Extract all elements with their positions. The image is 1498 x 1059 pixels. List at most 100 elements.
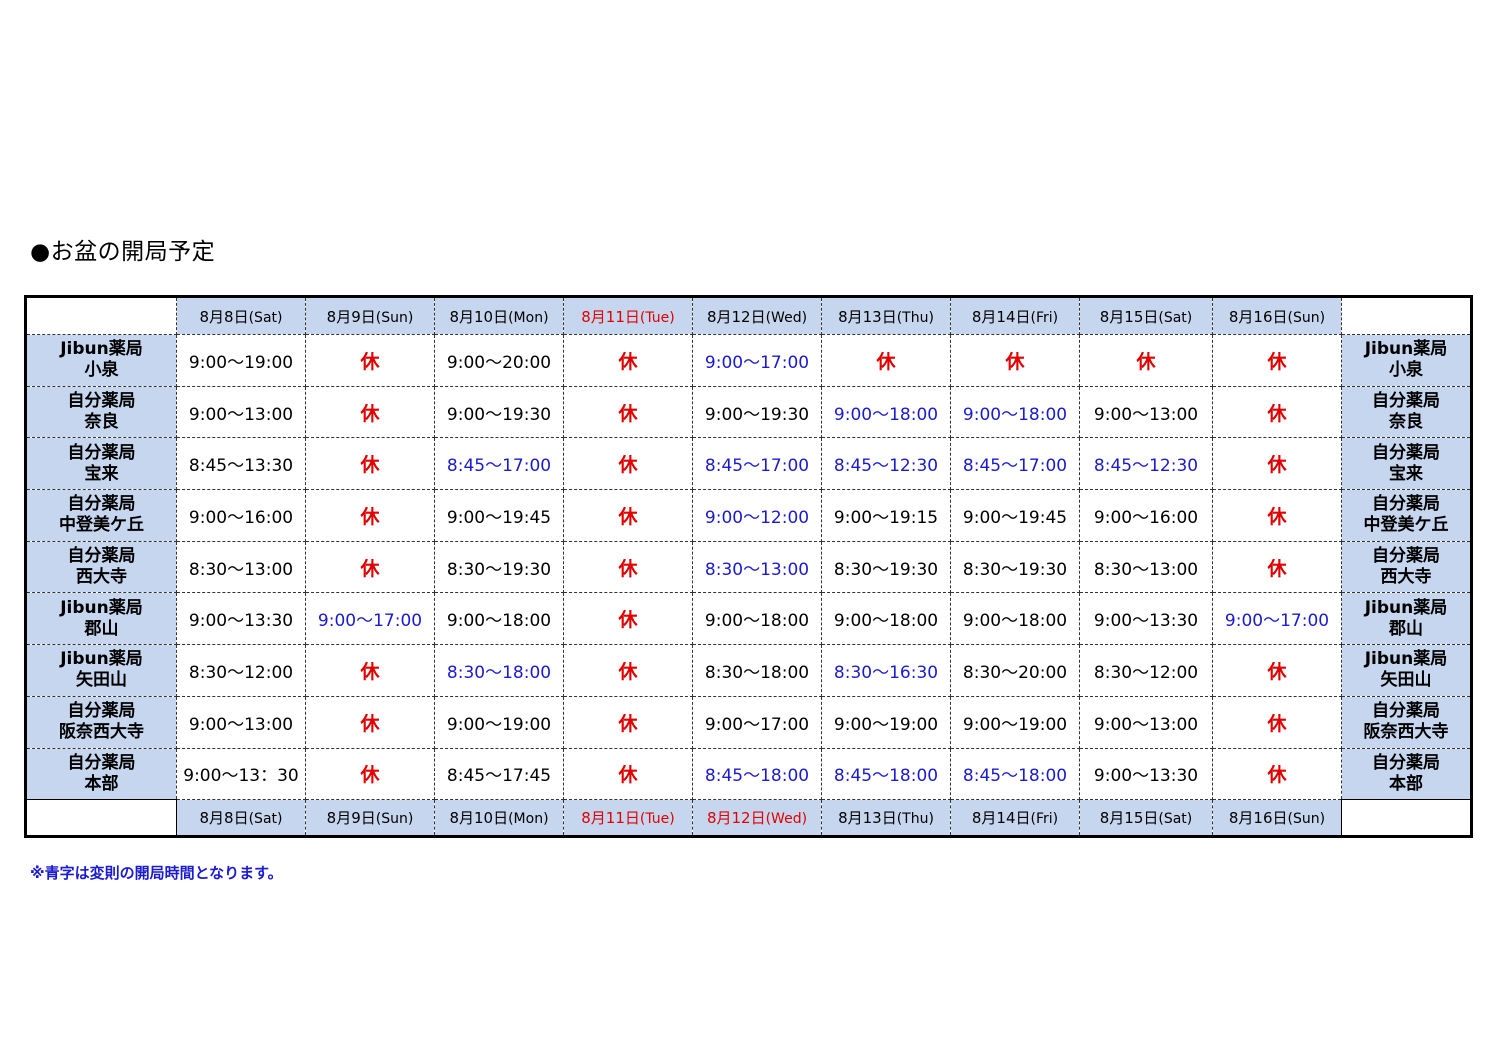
date-label: 8月12日	[706, 809, 766, 828]
closed-cell: 休	[305, 437, 435, 491]
closed-cell: 休	[1212, 334, 1342, 387]
closed-cell: 休	[1212, 540, 1342, 594]
hours-cell: 9:00〜17:00	[1212, 592, 1342, 646]
closed-cell: 休	[563, 489, 693, 542]
hours-cell: 9:00〜13:30	[1079, 592, 1213, 646]
hours-cell: 9:00〜13:00	[176, 385, 306, 439]
closed-cell: 休	[563, 385, 693, 439]
pharmacy-row: 自分薬局 中登美ケ丘 9:00〜16:00 休 9:00〜19:45 休 9:00〜12:0…	[25, 489, 1472, 542]
hours-cell: 9:00〜19:00	[434, 695, 564, 749]
hours-cell: 8:45〜12:30	[1079, 437, 1213, 491]
hours-cell: 9:00〜13:30	[176, 592, 306, 646]
pharmacy-row: 自分薬局 本部 9:00〜13：30 休 8:45〜17:45 休 8:45〜18:00 8:…	[25, 747, 1472, 801]
date-header-cell: 8月12日(Wed)	[692, 799, 822, 838]
pharmacy-branch: 本部	[84, 773, 119, 794]
pharmacy-brand: 自分薬局	[67, 391, 136, 412]
pharmacy-name-cell: Jibun薬局 矢田山	[1341, 644, 1472, 697]
date-header-cell: 8月14日(Fri)	[950, 296, 1080, 335]
hours-cell: 8:45〜12:30	[821, 437, 951, 491]
weekday-label: (Fri)	[1030, 309, 1059, 326]
pharmacy-name-cell: 自分薬局 西大寺	[25, 540, 177, 594]
closed-cell: 休	[305, 540, 435, 594]
closed-cell: 休	[305, 747, 435, 801]
closed-cell: 休	[563, 437, 693, 491]
corner-cell	[25, 799, 177, 838]
pharmacy-name-cell: 自分薬局 本部	[1341, 747, 1472, 801]
note-text: ※青字は変則の開局時間となります。	[30, 864, 283, 882]
hours-cell: 8:30〜13:00	[1079, 540, 1213, 594]
pharmacy-row: 自分薬局 西大寺 8:30〜13:00 休 8:30〜19:30 休 8:30〜13:00 8…	[25, 540, 1472, 594]
hours-cell: 9:00〜18:00	[692, 592, 822, 646]
hours-cell: 9:00〜20:00	[434, 334, 564, 387]
closed-cell: 休	[563, 334, 693, 387]
hours-cell: 8:45〜17:00	[950, 437, 1080, 491]
date-header-cell: 8月15日(Sat)	[1079, 296, 1213, 335]
pharmacy-name-cell: 自分薬局 中登美ケ丘	[1341, 489, 1472, 542]
weekday-label: (Mon)	[508, 811, 549, 828]
closed-cell: 休	[563, 592, 693, 646]
pharmacy-branch: 宝来	[1389, 463, 1423, 484]
pharmacy-branch: 奈良	[84, 412, 119, 433]
hours-cell: 9:00〜13:30	[1079, 747, 1213, 801]
weekday-label: (Sat)	[1158, 811, 1193, 828]
corner-cell	[1341, 799, 1472, 838]
date-label: 8月14日	[971, 809, 1031, 828]
closed-cell: 休	[563, 747, 693, 801]
pharmacy-branch: 奈良	[1389, 412, 1423, 433]
weekday-label: (Sat)	[248, 811, 283, 828]
date-label: 8月14日	[971, 307, 1031, 326]
pharmacy-row: Jibun薬局 矢田山 8:30〜12:00 休 8:30〜18:00 休 8:30〜18:…	[25, 644, 1472, 697]
date-header-cell: 8月16日(Sun)	[1212, 799, 1342, 838]
hours-cell: 9:00〜19:00	[821, 695, 951, 749]
weekday-label: (Sun)	[375, 811, 414, 828]
date-header-cell: 8月8日(Sat)	[176, 799, 306, 838]
weekday-label: (Tue)	[639, 811, 675, 828]
date-label: 8月13日	[838, 809, 897, 828]
pharmacy-name-cell: Jibun薬局 郡山	[25, 592, 177, 646]
pharmacy-name-cell: 自分薬局 中登美ケ丘	[25, 489, 177, 542]
pharmacy-brand: 自分薬局	[1372, 391, 1440, 412]
weekday-label: (Wed)	[765, 811, 808, 828]
pharmacy-row: 自分薬局 阪奈西大寺 9:00〜13:00 休 9:00〜19:00 休 9:00〜17:0…	[25, 695, 1472, 749]
weekday-label: (Sat)	[1158, 309, 1193, 326]
date-header-cell: 8月10日(Mon)	[434, 296, 564, 335]
hours-cell: 9:00〜19:30	[692, 385, 822, 439]
pharmacy-brand: 自分薬局	[1372, 494, 1440, 515]
hours-cell: 9:00〜18:00	[434, 592, 564, 646]
date-header-cell: 8月16日(Sun)	[1212, 296, 1342, 335]
pharmacy-brand: Jibun薬局	[1364, 649, 1448, 670]
pharmacy-brand: Jibun薬局	[1364, 339, 1448, 360]
hours-cell: 8:45〜18:00	[950, 747, 1080, 801]
corner-cell	[1341, 296, 1472, 335]
weekday-label: (Sun)	[375, 309, 414, 326]
closed-cell: 休	[1212, 644, 1342, 697]
closed-cell: 休	[1212, 489, 1342, 542]
pharmacy-branch: 本部	[1389, 773, 1423, 794]
pharmacy-branch: 宝来	[84, 463, 119, 484]
pharmacy-branch: 矢田山	[1380, 670, 1432, 691]
closed-cell: 休	[950, 334, 1080, 387]
hours-cell: 8:30〜16:30	[821, 644, 951, 697]
date-label: 8月16日	[1228, 809, 1288, 828]
weekday-label: (Fri)	[1030, 811, 1059, 828]
schedule-table: 8月8日(Sat) 8月9日(Sun) 8月10日(Mon) 8月11日(Tue) 8月…	[24, 295, 1473, 839]
hours-cell: 9:00〜17:00	[692, 334, 822, 387]
hours-cell: 8:45〜17:45	[434, 747, 564, 801]
date-header-cell: 8月11日(Tue)	[563, 296, 693, 335]
pharmacy-brand: 自分薬局	[1372, 442, 1440, 463]
hours-cell: 9:00〜19:00	[950, 695, 1080, 749]
hours-cell: 8:30〜19:30	[821, 540, 951, 594]
hours-cell: 8:45〜18:00	[821, 747, 951, 801]
footer-row: 8月8日(Sat) 8月9日(Sun) 8月10日(Mon) 8月11日(Tue) 8月…	[25, 799, 1472, 838]
closed-cell: 休	[563, 695, 693, 749]
pharmacy-row: 自分薬局 宝来 8:45〜13:30 休 8:45〜17:00 休 8:45〜17:00 8:…	[25, 437, 1472, 491]
pharmacy-branch: 中登美ケ丘	[1363, 515, 1449, 536]
date-header-cell: 8月15日(Sat)	[1079, 799, 1213, 838]
header-row: 8月8日(Sat) 8月9日(Sun) 8月10日(Mon) 8月11日(Tue) 8月…	[25, 296, 1472, 335]
date-header-cell: 8月14日(Fri)	[950, 799, 1080, 838]
date-label: 8月16日	[1228, 307, 1288, 326]
pharmacy-brand: 自分薬局	[1372, 752, 1440, 773]
closed-cell: 休	[305, 489, 435, 542]
date-header-cell: 8月9日(Sun)	[305, 296, 435, 335]
pharmacy-name-cell: 自分薬局 宝来	[25, 437, 177, 491]
